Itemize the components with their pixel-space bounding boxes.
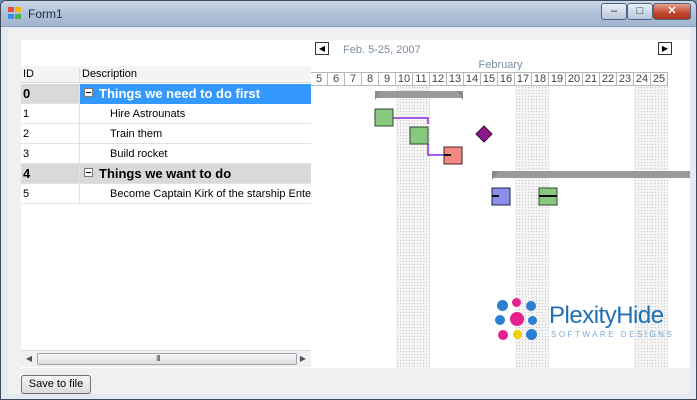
maximize-button[interactable]: □ — [627, 3, 653, 20]
form-client-area: ID Description 0 Things we need to do fir… — [8, 28, 690, 394]
row-description-cell[interactable]: Things we need to do first — [79, 84, 311, 104]
task-row[interactable]: 5 Become Captain Kirk of the starship Ent… — [21, 184, 311, 204]
save-to-file-button[interactable]: Save to file — [21, 375, 91, 394]
row-id: 3 — [23, 148, 30, 160]
grid-header: ID Description — [21, 66, 311, 83]
logo-dot — [526, 329, 537, 340]
plexityhide-logo: PlexityHide SOFTWARE DESIGNS — [495, 298, 675, 346]
scroll-right-arrow-icon[interactable]: ▶ — [297, 353, 309, 365]
scroll-grip: III — [156, 354, 161, 363]
row-description: Things we want to do — [99, 166, 232, 181]
group-row[interactable]: 4 Things we want to do — [21, 164, 311, 184]
logo-name: PlexityHide — [549, 302, 664, 329]
row-description-cell[interactable]: Hire Astrounats — [79, 104, 311, 124]
row-id: 0 — [23, 86, 31, 101]
logo-dot — [495, 315, 505, 325]
task-bar-2[interactable] — [409, 126, 429, 145]
app-icon — [8, 7, 22, 20]
task-grid[interactable]: ID Description 0 Things we need to do fir… — [21, 40, 311, 368]
row-description: Train them — [110, 128, 163, 140]
task-row[interactable]: 3 Build rocket — [21, 144, 311, 164]
scroll-thumb[interactable]: III — [37, 353, 297, 365]
row-id: 5 — [23, 188, 30, 200]
row-id: 4 — [23, 166, 31, 181]
row-description: Become Captain Kirk of the starship Ente… — [110, 188, 311, 200]
row-id: 2 — [23, 128, 30, 140]
logo-dot — [510, 312, 524, 326]
summary-bar-group-0[interactable] — [375, 91, 463, 100]
task-bar-1[interactable] — [374, 108, 394, 127]
row-description-cell[interactable]: Become Captain Kirk of the starship Ente… — [79, 184, 311, 204]
row-description: Build rocket — [110, 148, 168, 160]
task-row[interactable]: 2 Train them — [21, 124, 311, 144]
logo-dot — [498, 330, 508, 340]
logo-dot — [526, 301, 536, 311]
row-id: 1 — [23, 108, 30, 120]
close-button[interactable]: ✕ — [653, 3, 691, 20]
column-header-id[interactable]: ID — [23, 68, 34, 80]
row-description-cell[interactable]: Things we want to do — [79, 164, 311, 184]
group-row[interactable]: 0 Things we need to do first — [21, 84, 311, 104]
summary-bar-group-4[interactable] — [492, 171, 690, 180]
collapse-minus-icon[interactable] — [84, 88, 93, 97]
row-description-cell[interactable]: Train them — [79, 124, 311, 144]
milestone-diamond[interactable] — [475, 125, 493, 143]
scroll-left-arrow-icon[interactable]: ◀ — [23, 353, 35, 365]
logo-dot — [497, 300, 508, 311]
dependency-link-1-2 — [393, 117, 429, 124]
minimize-button[interactable]: ‒ — [601, 3, 627, 20]
dependency-link-2-3 — [427, 144, 444, 156]
logo-dot — [528, 316, 537, 325]
row-description-cell[interactable]: Build rocket — [79, 144, 311, 164]
collapse-minus-icon[interactable] — [84, 168, 93, 177]
logo-tagline: SOFTWARE DESIGNS — [551, 330, 675, 339]
logo-dot — [512, 298, 521, 307]
window-title: Form1 — [28, 7, 63, 21]
row-description: Things we need to do first — [99, 86, 261, 101]
row-description: Hire Astrounats — [110, 108, 186, 120]
title-bar[interactable]: Form1 ‒ □ ✕ — [1, 1, 696, 27]
column-header-description[interactable]: Description — [79, 68, 137, 82]
application-window: Form1 ‒ □ ✕ ID Description 0 Things we ne… — [0, 0, 697, 400]
task-row[interactable]: 1 Hire Astrounats — [21, 104, 311, 124]
grid-horizontal-scrollbar[interactable]: ◀ III ▶ — [21, 350, 311, 367]
logo-dot — [513, 330, 522, 339]
